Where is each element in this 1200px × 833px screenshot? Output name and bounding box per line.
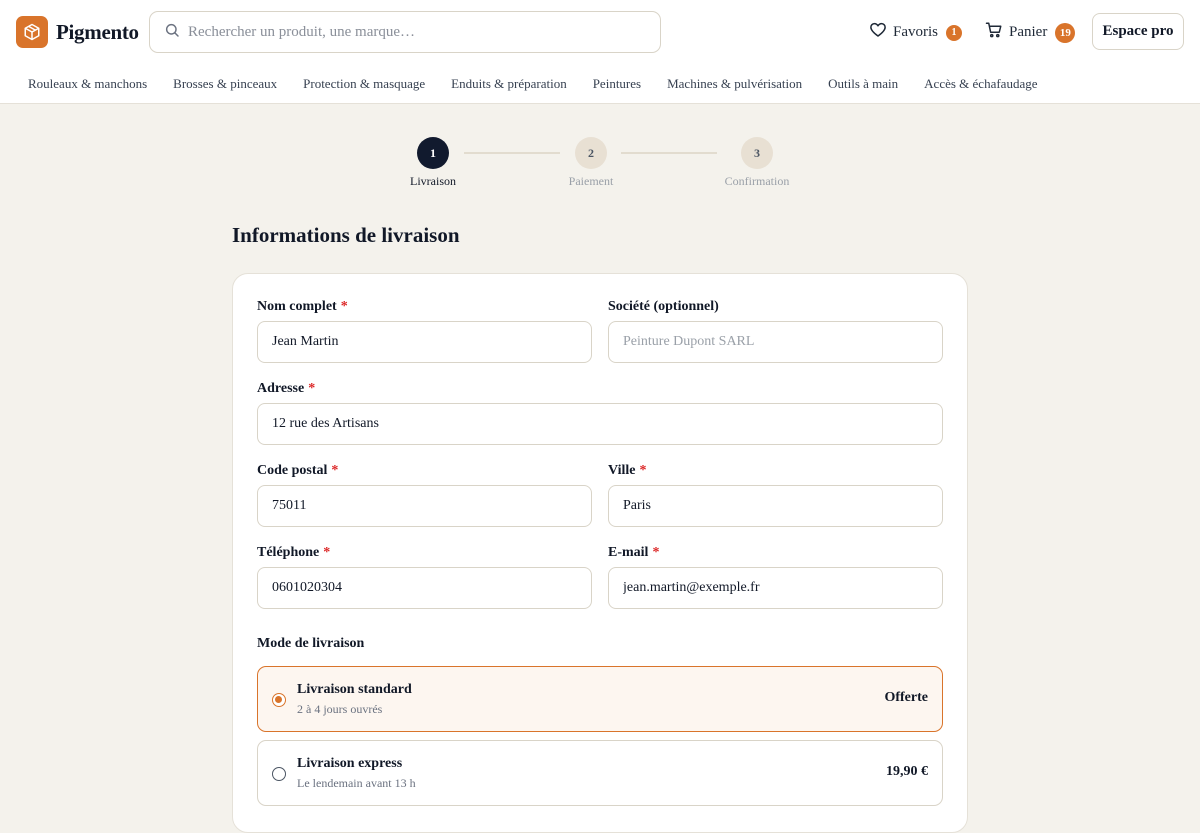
required-marker: *: [340, 299, 348, 314]
phone-field: Téléphone *: [257, 545, 592, 609]
step-label: Confirmation: [724, 174, 790, 188]
full-name-input[interactable]: [257, 321, 592, 363]
company-label: Société (optionnel): [608, 299, 719, 314]
step-confirmation: 3 Confirmation: [697, 137, 817, 189]
checkout-stepper: 1 Livraison 2 Paiement 3 Confirmation: [0, 137, 1200, 197]
step-number: 1: [417, 137, 449, 169]
nav-item-outils[interactable]: Outils à main: [828, 76, 898, 92]
search-input[interactable]: [188, 23, 628, 41]
phone-label: Téléphone *: [257, 545, 331, 560]
search-icon: [164, 22, 180, 43]
radio-selected[interactable]: [272, 693, 286, 707]
option-name: Livraison express: [297, 756, 403, 771]
nav-item-brosses[interactable]: Brosses & pinceaux: [173, 76, 277, 92]
city-input[interactable]: [608, 485, 943, 527]
nav-item-enduits[interactable]: Enduits & préparation: [451, 76, 567, 92]
cart-icon: [985, 21, 1003, 44]
full-name-field: Nom complet *: [257, 299, 592, 363]
pro-space-button[interactable]: Espace pro: [1092, 13, 1184, 50]
phone-input[interactable]: [257, 567, 592, 609]
step-paiement: 2 Paiement: [531, 137, 651, 189]
option-price: 19,90 €: [886, 764, 928, 779]
nav-item-rouleaux[interactable]: Rouleaux & manchons: [28, 76, 147, 92]
brand-name: Pigmento: [56, 19, 139, 44]
required-marker: *: [331, 463, 339, 478]
postal-code-label: Code postal *: [257, 463, 339, 478]
cart-count-badge: 19: [1055, 22, 1076, 43]
shipping-mode-title: Mode de livraison: [257, 636, 365, 651]
city-label: Ville *: [608, 463, 647, 478]
brand-logo[interactable]: Pigmento: [16, 16, 139, 48]
shipping-option-standard[interactable]: Livraison standard 2 à 4 jours ouvrés Of…: [257, 666, 943, 732]
shipping-option-express[interactable]: Livraison express Le lendemain avant 13 …: [257, 740, 943, 806]
cart-button[interactable]: Panier 19: [985, 21, 1076, 44]
required-marker: *: [639, 463, 647, 478]
step-livraison: 1 Livraison: [373, 137, 493, 189]
heart-icon: [869, 21, 887, 44]
category-nav: Rouleaux & manchons Brosses & pinceaux P…: [28, 76, 1038, 92]
company-input[interactable]: [608, 321, 943, 363]
required-marker: *: [308, 381, 316, 396]
nav-item-acces[interactable]: Accès & échafaudage: [924, 76, 1037, 92]
page-title: Informations de livraison: [232, 223, 460, 247]
favorites-button[interactable]: Favoris 1: [869, 21, 962, 44]
option-name: Livraison standard: [297, 682, 412, 697]
address-field: Adresse *: [257, 381, 943, 445]
option-detail: Le lendemain avant 13 h: [297, 776, 416, 790]
favorites-label: Favoris: [893, 24, 938, 40]
company-field: Société (optionnel): [608, 299, 943, 363]
address-input[interactable]: [257, 403, 943, 445]
postal-code-field: Code postal *: [257, 463, 592, 527]
postal-code-input[interactable]: [257, 485, 592, 527]
required-marker: *: [323, 545, 331, 560]
full-name-label: Nom complet *: [257, 299, 348, 314]
nav-item-peintures[interactable]: Peintures: [593, 76, 641, 92]
radio-unselected[interactable]: [272, 767, 286, 781]
address-label: Adresse *: [257, 381, 316, 396]
step-number: 2: [575, 137, 607, 169]
required-marker: *: [652, 545, 660, 560]
search-bar[interactable]: [149, 11, 661, 53]
option-price: Offerte: [884, 690, 928, 705]
top-header: Pigmento Favoris 1 Panier 19 Espace pro: [0, 0, 1200, 104]
nav-item-machines[interactable]: Machines & pulvérisation: [667, 76, 802, 92]
nav-item-protection[interactable]: Protection & masquage: [303, 76, 425, 92]
shipping-form-card: Nom complet* Société (optionnel) Adresse…: [232, 273, 968, 833]
step-number: 3: [741, 137, 773, 169]
email-label: E-mail *: [608, 545, 660, 560]
step-label: Paiement: [568, 174, 614, 188]
box-icon: [16, 16, 48, 48]
email-field: E-mail *: [608, 545, 943, 609]
favorites-count-badge: 1: [946, 24, 962, 41]
email-input[interactable]: [608, 567, 943, 609]
city-field: Ville *: [608, 463, 943, 527]
option-detail: 2 à 4 jours ouvrés: [297, 702, 383, 716]
step-label: Livraison: [410, 174, 456, 188]
cart-label: Panier: [1009, 24, 1048, 40]
